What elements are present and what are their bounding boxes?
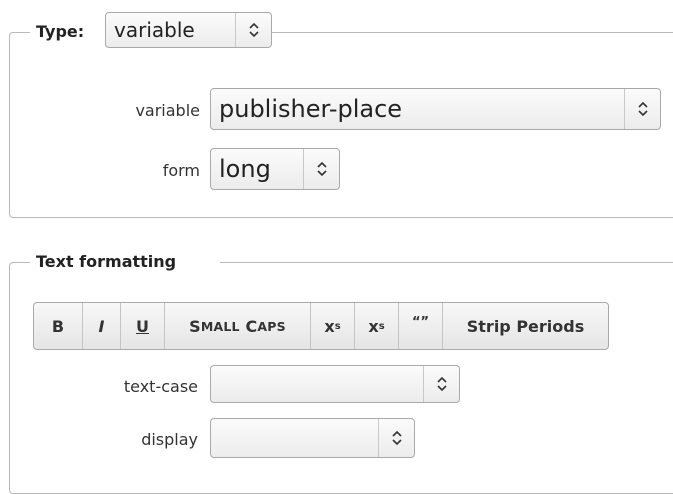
subscript-sub: s (378, 320, 385, 332)
variable-label: variable (135, 101, 200, 120)
form-select[interactable]: long (210, 148, 340, 190)
small-caps-s: S (189, 316, 201, 336)
formatting-toolbar: B I U S MALL C APS xs xs “” Strip Periods (33, 302, 609, 350)
strip-periods-button[interactable]: Strip Periods (442, 303, 608, 349)
superscript-base: x (324, 316, 335, 336)
variable-select[interactable]: publisher-place (210, 88, 661, 130)
subscript-base: x (368, 316, 379, 336)
small-caps-button[interactable]: S MALL C APS (164, 303, 310, 349)
bold-button[interactable]: B (34, 303, 82, 349)
quotes-button[interactable]: “” (398, 303, 442, 349)
type-select-value: variable (114, 18, 195, 42)
underline-label: U (136, 316, 149, 336)
italic-button[interactable]: I (82, 303, 120, 349)
text-formatting-legend: Text formatting (36, 252, 177, 271)
variable-select-value: publisher-place (219, 95, 403, 123)
text-case-select[interactable] (210, 365, 460, 403)
text-case-label: text-case (123, 377, 198, 396)
display-select[interactable] (210, 418, 415, 458)
form-select-value: long (219, 155, 271, 183)
strip-periods-label: Strip Periods (466, 316, 585, 336)
up-down-chevron-icon (303, 149, 339, 189)
bold-label: B (51, 316, 65, 336)
italic-label: I (98, 316, 105, 336)
up-down-chevron-icon (624, 89, 660, 129)
type-select[interactable]: variable (105, 12, 272, 48)
underline-button[interactable]: U (120, 303, 164, 349)
subscript-button[interactable]: xs (354, 303, 398, 349)
up-down-chevron-icon (235, 13, 271, 47)
up-down-chevron-icon (378, 419, 414, 457)
superscript-exp: s (334, 320, 341, 332)
small-caps-c: C (245, 316, 258, 336)
quotes-label: “” (411, 314, 430, 330)
form-label: form (162, 161, 200, 180)
display-label: display (141, 430, 198, 449)
up-down-chevron-icon (423, 366, 459, 402)
small-caps-aps: APS (257, 318, 286, 334)
type-legend: Type: (36, 22, 85, 41)
superscript-button[interactable]: xs (310, 303, 354, 349)
small-caps-mall: MALL (200, 318, 240, 334)
